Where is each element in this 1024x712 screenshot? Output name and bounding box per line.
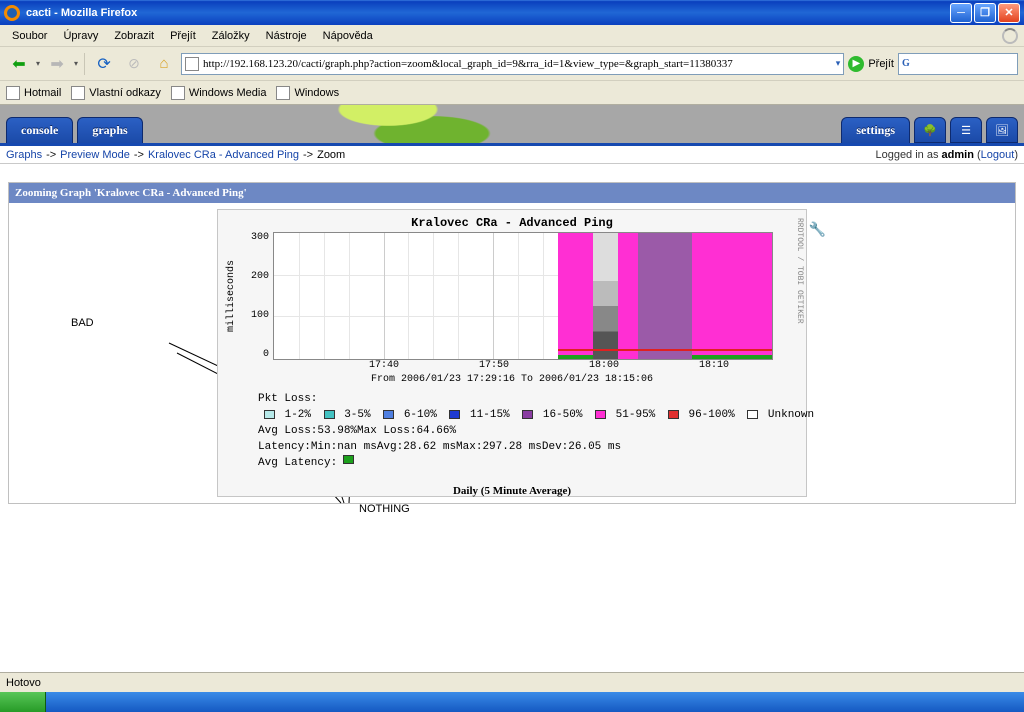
annotation-bad: BAD [61, 313, 116, 349]
reload-button[interactable]: ⟳ [91, 51, 117, 77]
firefox-icon [4, 5, 20, 21]
windows-taskbar[interactable] [0, 692, 1024, 712]
y-axis-label: milliseconds [224, 232, 239, 360]
series-avg-latency [558, 355, 593, 359]
tab-settings[interactable]: settings [841, 117, 910, 143]
annotation-nothing: NOTHING [359, 503, 410, 515]
series-band [692, 233, 772, 359]
start-button[interactable] [0, 692, 46, 712]
nav-toolbar: ⬅ ▾ ➡ ▾ ⟳ ⊘ ⌂ ▾ ▶ Přejít [0, 47, 1024, 81]
crumb-preview[interactable]: Preview Mode [60, 149, 130, 161]
menu-tools[interactable]: Nástroje [260, 28, 313, 44]
page-icon [71, 86, 85, 100]
crumb-node[interactable]: Kralovec CRa - Advanced Ping [148, 149, 299, 161]
close-button[interactable]: ✕ [998, 3, 1020, 23]
forward-history-dropdown[interactable]: ▾ [74, 59, 78, 68]
bookmarks-toolbar: Hotmail Vlastní odkazy Windows Media Win… [0, 81, 1024, 105]
home-button[interactable]: ⌂ [151, 51, 177, 77]
back-history-dropdown[interactable]: ▾ [36, 59, 40, 68]
rrdtool-credit: RRDTOOL / TOBI OETIKER [795, 218, 804, 324]
crumb-leaf: Zoom [317, 149, 345, 161]
status-bar: Hotovo [0, 672, 1024, 692]
logged-in-status: Logged in as admin (Logout) [875, 149, 1018, 161]
page-icon [6, 86, 20, 100]
window-titlebar: cacti - Mozilla Firefox ─ ❐ ✕ [0, 0, 1024, 25]
swatch [668, 410, 679, 419]
x-axis-ticks: 17:40 17:50 18:00 18:10 [274, 360, 774, 374]
separator [84, 53, 85, 75]
status-text: Hotovo [6, 677, 41, 689]
list-view-button[interactable]: ☰ [950, 117, 982, 143]
panel-body: BAD NOTHING 🔧 Kralovec CRa - Advanced Pi… [9, 203, 1015, 503]
content-area: Zooming Graph 'Kralovec CRa - Advanced P… [0, 164, 1024, 512]
page-icon [276, 86, 290, 100]
series-band [593, 233, 618, 359]
series-avg-latency [692, 355, 772, 359]
graph-legend: Pkt Loss: 1-2% 3-5% 6-10% 11-15% 16-50% … [258, 391, 798, 471]
bookmark-hotmail[interactable]: Hotmail [6, 86, 61, 100]
window-title: cacti - Mozilla Firefox [26, 7, 948, 19]
google-icon [902, 57, 916, 71]
go-button[interactable]: ▶ [848, 56, 864, 72]
graph-caption: Daily (5 Minute Average) [218, 479, 806, 503]
menu-file[interactable]: Soubor [6, 28, 53, 44]
breadcrumb: Graphs -> Preview Mode -> Kralovec CRa -… [0, 146, 1024, 164]
y-axis-ticks: 300 200 100 0 [239, 232, 273, 360]
graph-period: From 2006/01/23 17:29:16 To 2006/01/23 1… [218, 374, 806, 385]
go-label: Přejít [868, 58, 894, 70]
series-band [558, 233, 593, 359]
graph-title: Kralovec CRa - Advanced Ping [218, 210, 806, 232]
crumb-graphs[interactable]: Graphs [6, 149, 42, 161]
menu-bookmarks[interactable]: Záložky [206, 28, 256, 44]
preview-view-button[interactable]: 🖼 [986, 117, 1018, 143]
page-icon [171, 86, 185, 100]
panel-header: Zooming Graph 'Kralovec CRa - Advanced P… [9, 183, 1015, 203]
menu-edit[interactable]: Úpravy [57, 28, 104, 44]
stop-button[interactable]: ⊘ [121, 51, 147, 77]
logout-link[interactable]: Logout [981, 149, 1015, 161]
url-bar[interactable]: ▾ [181, 53, 844, 75]
series-redline [558, 349, 772, 351]
tab-console[interactable]: console [6, 117, 73, 143]
plot-area[interactable] [273, 232, 773, 360]
swatch [383, 410, 394, 419]
swatch [324, 410, 335, 419]
url-input[interactable] [203, 58, 832, 70]
maximize-button[interactable]: ❐ [974, 3, 996, 23]
swatch [264, 410, 275, 419]
wrench-icon[interactable]: 🔧 [809, 222, 826, 239]
menu-view[interactable]: Zobrazit [108, 28, 160, 44]
zoom-panel: Zooming Graph 'Kralovec CRa - Advanced P… [8, 182, 1016, 504]
back-button[interactable]: ⬅ [6, 51, 32, 77]
tab-graphs[interactable]: graphs [77, 117, 142, 143]
bookmark-windows-media[interactable]: Windows Media [171, 86, 267, 100]
minimize-button[interactable]: ─ [950, 3, 972, 23]
swatch [595, 410, 606, 419]
cacti-header: console graphs settings 🌳 ☰ 🖼 [0, 105, 1024, 143]
cacti-logo-swoosh [320, 105, 520, 143]
tree-view-button[interactable]: 🌳 [914, 117, 946, 143]
series-band [618, 233, 638, 359]
menu-help[interactable]: Nápověda [317, 28, 379, 44]
swatch-avg-latency [343, 455, 354, 464]
graph-box: 🔧 Kralovec CRa - Advanced Ping RRDTOOL /… [217, 209, 807, 497]
swatch [449, 410, 460, 419]
swatch [747, 410, 758, 419]
throbber-icon [1002, 28, 1018, 44]
search-bar[interactable] [898, 53, 1018, 75]
page-icon [185, 57, 199, 71]
url-dropdown[interactable]: ▾ [836, 58, 841, 69]
forward-button[interactable]: ➡ [44, 51, 70, 77]
swatch [522, 410, 533, 419]
bookmark-windows[interactable]: Windows [276, 86, 339, 100]
bookmark-vlastni-odkazy[interactable]: Vlastní odkazy [71, 86, 161, 100]
series-band [638, 233, 693, 359]
menubar: Soubor Úpravy Zobrazit Přejít Záložky Ná… [0, 25, 1024, 47]
menu-go[interactable]: Přejít [164, 28, 202, 44]
